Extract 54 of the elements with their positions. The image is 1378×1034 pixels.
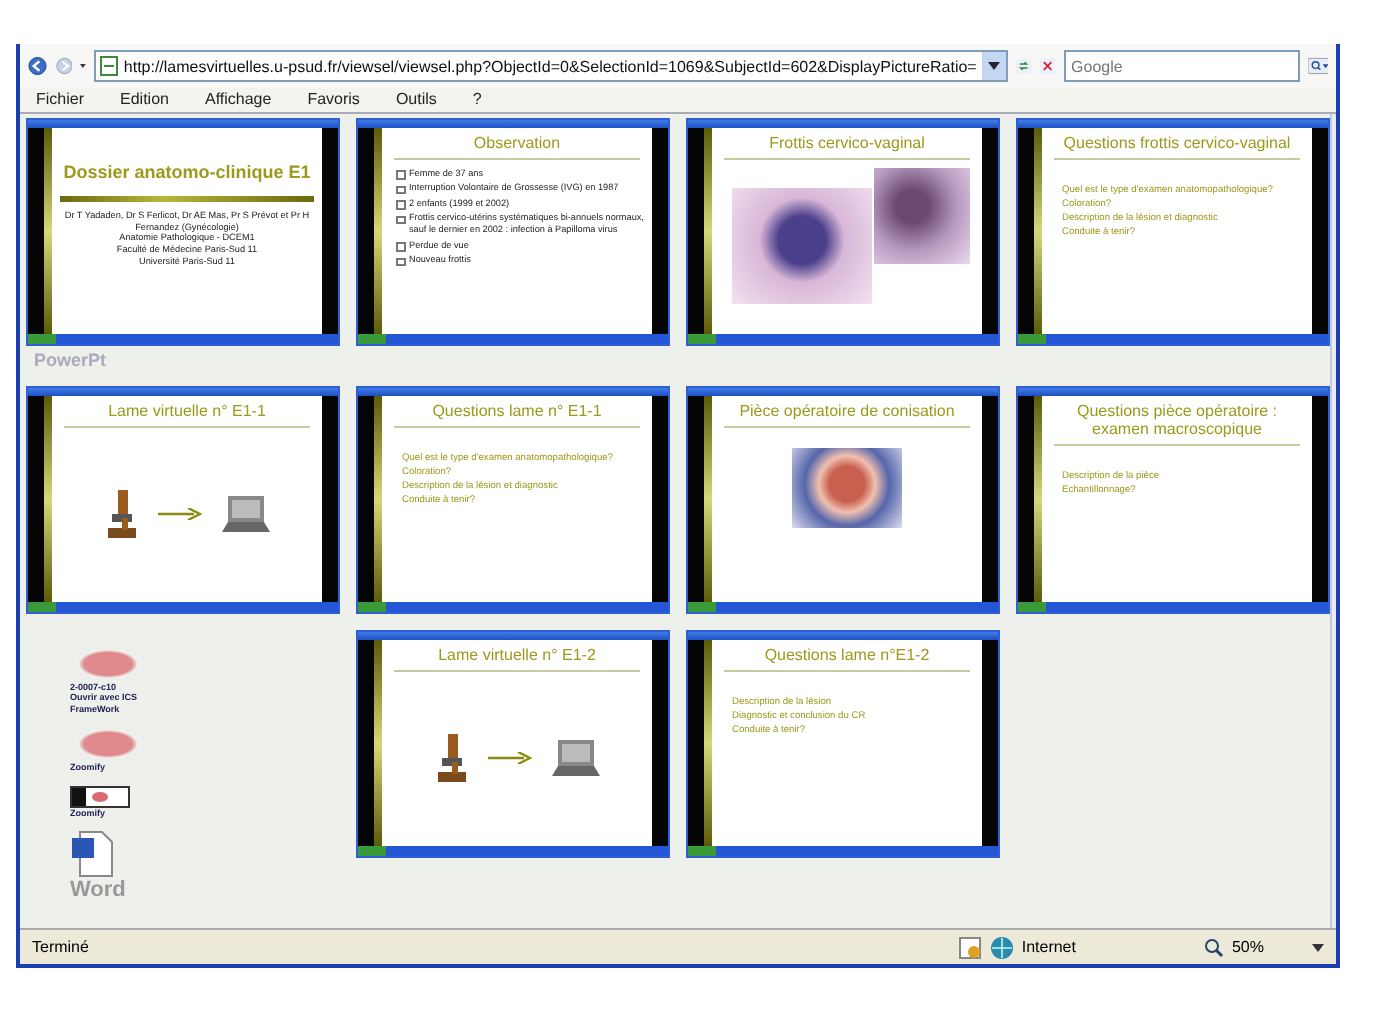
slide-thumbnail[interactable] (70, 785, 130, 808)
dropdown-icon[interactable] (1312, 943, 1324, 951)
menu-item[interactable]: Outils (395, 90, 437, 110)
bullet-icon (396, 242, 405, 252)
zoom-level[interactable]: 50% (1231, 938, 1264, 956)
address-field[interactable]: http://lamesvirtuelles.u-psud.fr/viewsel/viewsel.php?ObjectId=0&SelectionId=1069&SubjectId=602&DisplayPictureRatio= (93, 50, 1009, 82)
bullet-icon (396, 185, 405, 195)
menu-item[interactable]: Edition (120, 90, 169, 110)
slide-title: Observation (471, 136, 563, 154)
start-button (358, 602, 386, 612)
menu-item[interactable]: ? (472, 90, 482, 110)
status-text: Terminé (32, 938, 89, 956)
slide-title: Questions lame n° E1-1 (430, 404, 604, 422)
zone-text: Internet (1021, 938, 1076, 956)
bullet-icon (396, 170, 405, 180)
start-button (28, 334, 56, 344)
document-icon[interactable] (70, 829, 114, 878)
slide-title: Questions lame n°E1-2 (762, 648, 932, 666)
page-icon (99, 56, 118, 76)
start-button (358, 846, 386, 856)
start-button (1018, 334, 1046, 344)
arrow-icon (157, 508, 201, 521)
zoom-icon[interactable] (1203, 937, 1224, 957)
start-button (1018, 602, 1046, 612)
bullet-icon (396, 215, 405, 225)
slide-title: Lame virtuelle n° E1-1 (106, 404, 268, 422)
slide-title: Lame virtuelle n° E1-2 (436, 648, 598, 666)
start-button (688, 602, 716, 612)
arrow-icon (487, 752, 531, 765)
dropdown-icon[interactable] (80, 62, 86, 70)
search-field[interactable]: Google (1063, 50, 1300, 82)
laptop-icon (221, 496, 269, 533)
globe-icon (989, 935, 1014, 959)
slide-window[interactable] (356, 118, 670, 346)
menu-item[interactable]: Fichier (36, 90, 85, 110)
laptop-icon (551, 740, 599, 777)
microscope-icon (435, 734, 467, 783)
slide-title: Pièce opératoire de conisation (737, 404, 957, 422)
photo-placeholder (792, 447, 902, 528)
slide-title: Questions frottis cervico-vaginal (1061, 136, 1293, 154)
microscope-icon (105, 490, 137, 539)
menu-item[interactable]: Favoris (307, 90, 360, 110)
slide-title: Frottis cervico-vaginal (767, 136, 927, 154)
start-button (358, 334, 386, 344)
bullet-icon (396, 257, 405, 267)
slide-title: Dossier anatomo-clinique E1 (61, 164, 313, 184)
menu-item[interactable]: Affichage (204, 90, 272, 110)
slide-title: Questions pièce opératoire : examen macroscopique (1074, 404, 1280, 440)
start-button (28, 602, 56, 612)
start-button (688, 846, 716, 856)
dropdown-icon[interactable] (982, 52, 1007, 80)
scrollbar[interactable] (1330, 114, 1336, 928)
start-button (688, 334, 716, 344)
bullet-icon (396, 200, 405, 210)
